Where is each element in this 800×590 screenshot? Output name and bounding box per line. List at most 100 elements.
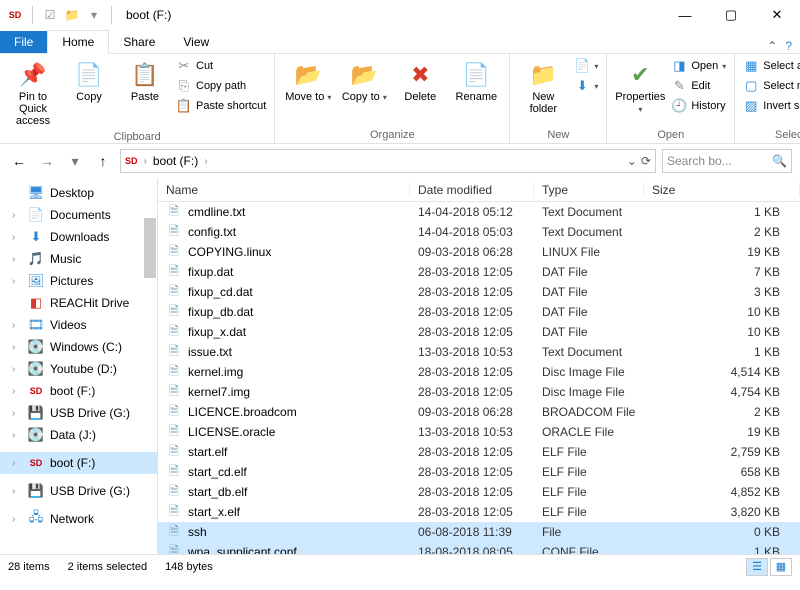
tree-expand-icon[interactable]: › bbox=[12, 320, 22, 331]
nav-item[interactable]: 🖥Desktop bbox=[0, 182, 157, 204]
properties-button[interactable]: ✔ Properties ▾ bbox=[613, 57, 667, 117]
tree-expand-icon[interactable]: › bbox=[12, 486, 22, 497]
nav-item[interactable]: ›💽Data (J:) bbox=[0, 424, 157, 446]
paste-shortcut-button[interactable]: 📋Paste shortcut bbox=[174, 97, 268, 115]
file-row[interactable]: 🗎fixup_db.dat28-03-2018 12:05DAT File10 … bbox=[158, 302, 800, 322]
back-button[interactable]: ← bbox=[8, 150, 30, 172]
nav-item[interactable]: ›⬇Downloads bbox=[0, 226, 157, 248]
tab-share[interactable]: Share bbox=[109, 31, 169, 53]
address-bar[interactable]: SD › boot (F:) › ⌄ ⟳ bbox=[120, 149, 656, 173]
up-button[interactable]: ↑ bbox=[92, 150, 114, 172]
copy-to-button[interactable]: 📂 Copy to ▾ bbox=[337, 57, 391, 105]
col-date[interactable]: Date modified bbox=[410, 183, 534, 197]
edit-button[interactable]: ✎Edit bbox=[669, 77, 728, 95]
close-button[interactable]: ✕ bbox=[754, 0, 800, 30]
tree-expand-icon[interactable]: › bbox=[12, 364, 22, 375]
new-folder-button[interactable]: 📁 New folder bbox=[516, 57, 570, 117]
breadcrumb-root[interactable]: boot (F:) bbox=[153, 154, 198, 168]
nav-item[interactable]: ›💽Youtube (D:) bbox=[0, 358, 157, 380]
file-row[interactable]: 🗎COPYING.linux09-03-2018 06:28LINUX File… bbox=[158, 242, 800, 262]
nav-item[interactable]: ›🎞Videos bbox=[0, 314, 157, 336]
file-row[interactable]: 🗎fixup_x.dat28-03-2018 12:05DAT File10 K… bbox=[158, 322, 800, 342]
delete-button[interactable]: ✖ Delete bbox=[393, 57, 447, 105]
file-row[interactable]: 🗎ssh06-08-2018 11:39File0 KB bbox=[158, 522, 800, 542]
nav-item[interactable]: ›🎵Music bbox=[0, 248, 157, 270]
ribbon-collapse-icon[interactable]: ⌃ bbox=[767, 39, 777, 53]
maximize-button[interactable]: ▢ bbox=[708, 0, 754, 30]
file-row[interactable]: 🗎kernel7.img28-03-2018 12:05Disc Image F… bbox=[158, 382, 800, 402]
new-item-button[interactable]: 📄▾ bbox=[572, 57, 600, 75]
nav-item[interactable]: ›💽Windows (C:) bbox=[0, 336, 157, 358]
file-row[interactable]: 🗎fixup_cd.dat28-03-2018 12:05DAT File3 K… bbox=[158, 282, 800, 302]
column-header[interactable]: Name Date modified Type Size bbox=[158, 178, 800, 202]
tree-expand-icon[interactable]: › bbox=[12, 232, 22, 243]
tree-expand-icon[interactable]: › bbox=[12, 386, 22, 397]
breadcrumb-sep-icon[interactable]: › bbox=[144, 156, 147, 167]
refresh-icon[interactable]: ⟳ bbox=[641, 154, 651, 168]
file-row[interactable]: 🗎kernel.img28-03-2018 12:05Disc Image Fi… bbox=[158, 362, 800, 382]
recent-locations-button[interactable]: ▾ bbox=[64, 150, 86, 172]
tree-expand-icon[interactable]: › bbox=[12, 210, 22, 221]
tab-home[interactable]: Home bbox=[47, 30, 109, 54]
history-button[interactable]: 🕘History bbox=[669, 97, 728, 115]
navigation-pane[interactable]: 🖥Desktop›📄Documents›⬇Downloads›🎵Music›🖼P… bbox=[0, 178, 158, 554]
scrollbar-thumb[interactable] bbox=[144, 218, 156, 278]
nav-item[interactable]: ◧REACHit Drive bbox=[0, 292, 157, 314]
move-to-button[interactable]: 📂 Move to ▾ bbox=[281, 57, 335, 105]
file-row[interactable]: 🗎fixup.dat28-03-2018 12:05DAT File7 KB bbox=[158, 262, 800, 282]
nav-item[interactable]: ›💾USB Drive (G:) bbox=[0, 402, 157, 424]
forward-button[interactable]: → bbox=[36, 150, 58, 172]
qat-folder-icon[interactable]: 📁 bbox=[63, 6, 81, 24]
tree-expand-icon[interactable]: › bbox=[12, 458, 22, 469]
tree-expand-icon[interactable]: › bbox=[12, 342, 22, 353]
qat-dropdown-icon[interactable]: ▾ bbox=[85, 6, 103, 24]
select-none-button[interactable]: ▢Select none bbox=[741, 77, 800, 95]
pin-quick-access-button[interactable]: 📌 Pin to Quick access bbox=[6, 57, 60, 129]
tree-expand-icon[interactable]: › bbox=[12, 514, 22, 525]
nav-item[interactable]: ›💾USB Drive (G:) bbox=[0, 480, 157, 502]
copy-path-button[interactable]: ⎘Copy path bbox=[174, 77, 268, 95]
address-dropdown-icon[interactable]: ⌄ bbox=[627, 154, 637, 168]
nav-item[interactable]: ›SDboot (F:) bbox=[0, 452, 157, 474]
tab-file[interactable]: File bbox=[0, 31, 47, 53]
nav-item[interactable]: ›🖼Pictures bbox=[0, 270, 157, 292]
copy-button[interactable]: 📄 Copy bbox=[62, 57, 116, 105]
breadcrumb-sep-icon[interactable]: › bbox=[204, 156, 207, 167]
paste-button[interactable]: 📋 Paste bbox=[118, 57, 172, 105]
col-name[interactable]: Name bbox=[158, 183, 410, 197]
search-input[interactable]: Search bo... 🔍 bbox=[662, 149, 792, 173]
col-type[interactable]: Type bbox=[534, 183, 644, 197]
file-row[interactable]: 🗎LICENCE.broadcom09-03-2018 06:28BROADCO… bbox=[158, 402, 800, 422]
tree-expand-icon[interactable]: › bbox=[12, 430, 22, 441]
nav-item[interactable]: ›📄Documents bbox=[0, 204, 157, 226]
file-row[interactable]: 🗎config.txt14-04-2018 05:03Text Document… bbox=[158, 222, 800, 242]
select-all-button[interactable]: ▦Select all bbox=[741, 57, 800, 75]
file-row[interactable]: 🗎start_x.elf28-03-2018 12:05ELF File3,82… bbox=[158, 502, 800, 522]
file-row[interactable]: 🗎start.elf28-03-2018 12:05ELF File2,759 … bbox=[158, 442, 800, 462]
rename-button[interactable]: 📄 Rename bbox=[449, 57, 503, 105]
minimize-button[interactable]: — bbox=[662, 0, 708, 30]
tree-expand-icon[interactable]: › bbox=[12, 276, 22, 287]
invert-selection-button[interactable]: ▨Invert selection bbox=[741, 97, 800, 115]
cut-button[interactable]: ✂Cut bbox=[174, 57, 268, 75]
qat-properties-icon[interactable]: ☑ bbox=[41, 6, 59, 24]
file-row[interactable]: 🗎start_db.elf28-03-2018 12:05ELF File4,8… bbox=[158, 482, 800, 502]
open-button[interactable]: ◨Open ▾ bbox=[669, 57, 728, 75]
file-row[interactable]: 🗎LICENSE.oracle13-03-2018 10:53ORACLE Fi… bbox=[158, 422, 800, 442]
file-row[interactable]: 🗎issue.txt13-03-2018 10:53Text Document1… bbox=[158, 342, 800, 362]
file-row[interactable]: 🗎start_cd.elf28-03-2018 12:05ELF File658… bbox=[158, 462, 800, 482]
tree-expand-icon[interactable]: › bbox=[12, 408, 22, 419]
tree-expand-icon[interactable]: › bbox=[12, 254, 22, 265]
help-icon[interactable]: ? bbox=[785, 39, 792, 53]
nav-item[interactable]: ›SDboot (F:) bbox=[0, 380, 157, 402]
tiles-view-button[interactable]: ▦ bbox=[770, 558, 792, 576]
file-row[interactable]: 🗎wpa_supplicant.conf18-08-2018 08:05CONF… bbox=[158, 542, 800, 554]
col-size[interactable]: Size bbox=[644, 183, 800, 197]
file-list[interactable]: 🗎cmdline.txt14-04-2018 05:12Text Documen… bbox=[158, 202, 800, 554]
rename-label: Rename bbox=[456, 91, 498, 103]
nav-item[interactable]: ›🖧Network bbox=[0, 508, 157, 530]
file-row[interactable]: 🗎cmdline.txt14-04-2018 05:12Text Documen… bbox=[158, 202, 800, 222]
tab-view[interactable]: View bbox=[169, 31, 223, 53]
easy-access-button[interactable]: ⬇▾ bbox=[572, 77, 600, 95]
details-view-button[interactable]: ☰ bbox=[746, 558, 768, 576]
